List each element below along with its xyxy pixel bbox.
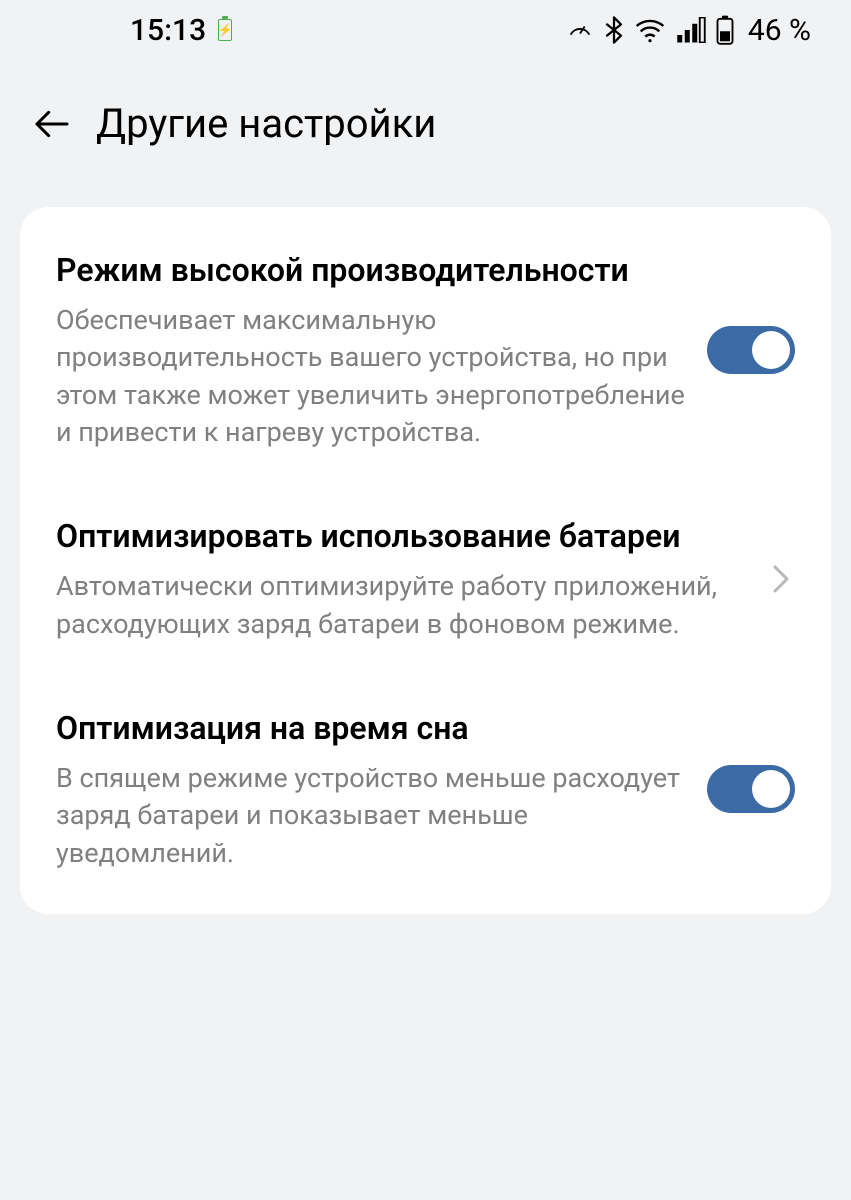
battery-percentage: 46 % <box>748 13 811 48</box>
setting-text: Оптимизация на время сна В спящем режиме… <box>56 707 687 872</box>
wifi-icon <box>634 16 666 44</box>
sleep-optimization-toggle[interactable] <box>707 765 795 813</box>
status-bar: 15:13 ⚡ <box>0 0 851 60</box>
status-time: 15:13 <box>130 13 206 48</box>
setting-optimize-battery[interactable]: Оптимизировать использование батареи Авт… <box>20 483 831 675</box>
charging-icon: ⚡ <box>218 19 232 41</box>
setting-sleep-optimization[interactable]: Оптимизация на время сна В спящем режиме… <box>20 675 831 904</box>
setting-title: Оптимизировать использование батареи <box>56 515 747 558</box>
setting-text: Оптимизировать использование батареи Авт… <box>56 515 747 643</box>
back-button[interactable] <box>30 102 74 146</box>
speedometer-icon <box>566 16 594 44</box>
setting-title: Оптимизация на время сна <box>56 707 687 750</box>
cellular-signal-icon <box>676 17 706 43</box>
battery-icon <box>716 15 734 45</box>
page-title: Другие настройки <box>96 100 436 147</box>
setting-description: В спящем режиме устройство меньше расход… <box>56 760 687 872</box>
bluetooth-icon <box>604 16 624 44</box>
status-bar-left: 15:13 ⚡ <box>130 13 232 48</box>
high-performance-toggle[interactable] <box>707 326 795 374</box>
setting-control <box>767 565 795 593</box>
chevron-right-icon <box>767 565 795 593</box>
setting-text: Режим высокой производительности Обеспеч… <box>56 249 687 451</box>
setting-title: Режим высокой производительности <box>56 249 687 292</box>
status-bar-right: 46 % <box>566 13 811 48</box>
settings-card: Режим высокой производительности Обеспеч… <box>20 207 831 914</box>
page-header: Другие настройки <box>0 60 851 177</box>
setting-high-performance[interactable]: Режим высокой производительности Обеспеч… <box>20 217 831 483</box>
setting-control <box>707 326 795 374</box>
setting-description: Автоматически оптимизируйте работу прило… <box>56 568 747 643</box>
setting-control <box>707 765 795 813</box>
setting-description: Обеспечивает максимальную производительн… <box>56 302 687 451</box>
